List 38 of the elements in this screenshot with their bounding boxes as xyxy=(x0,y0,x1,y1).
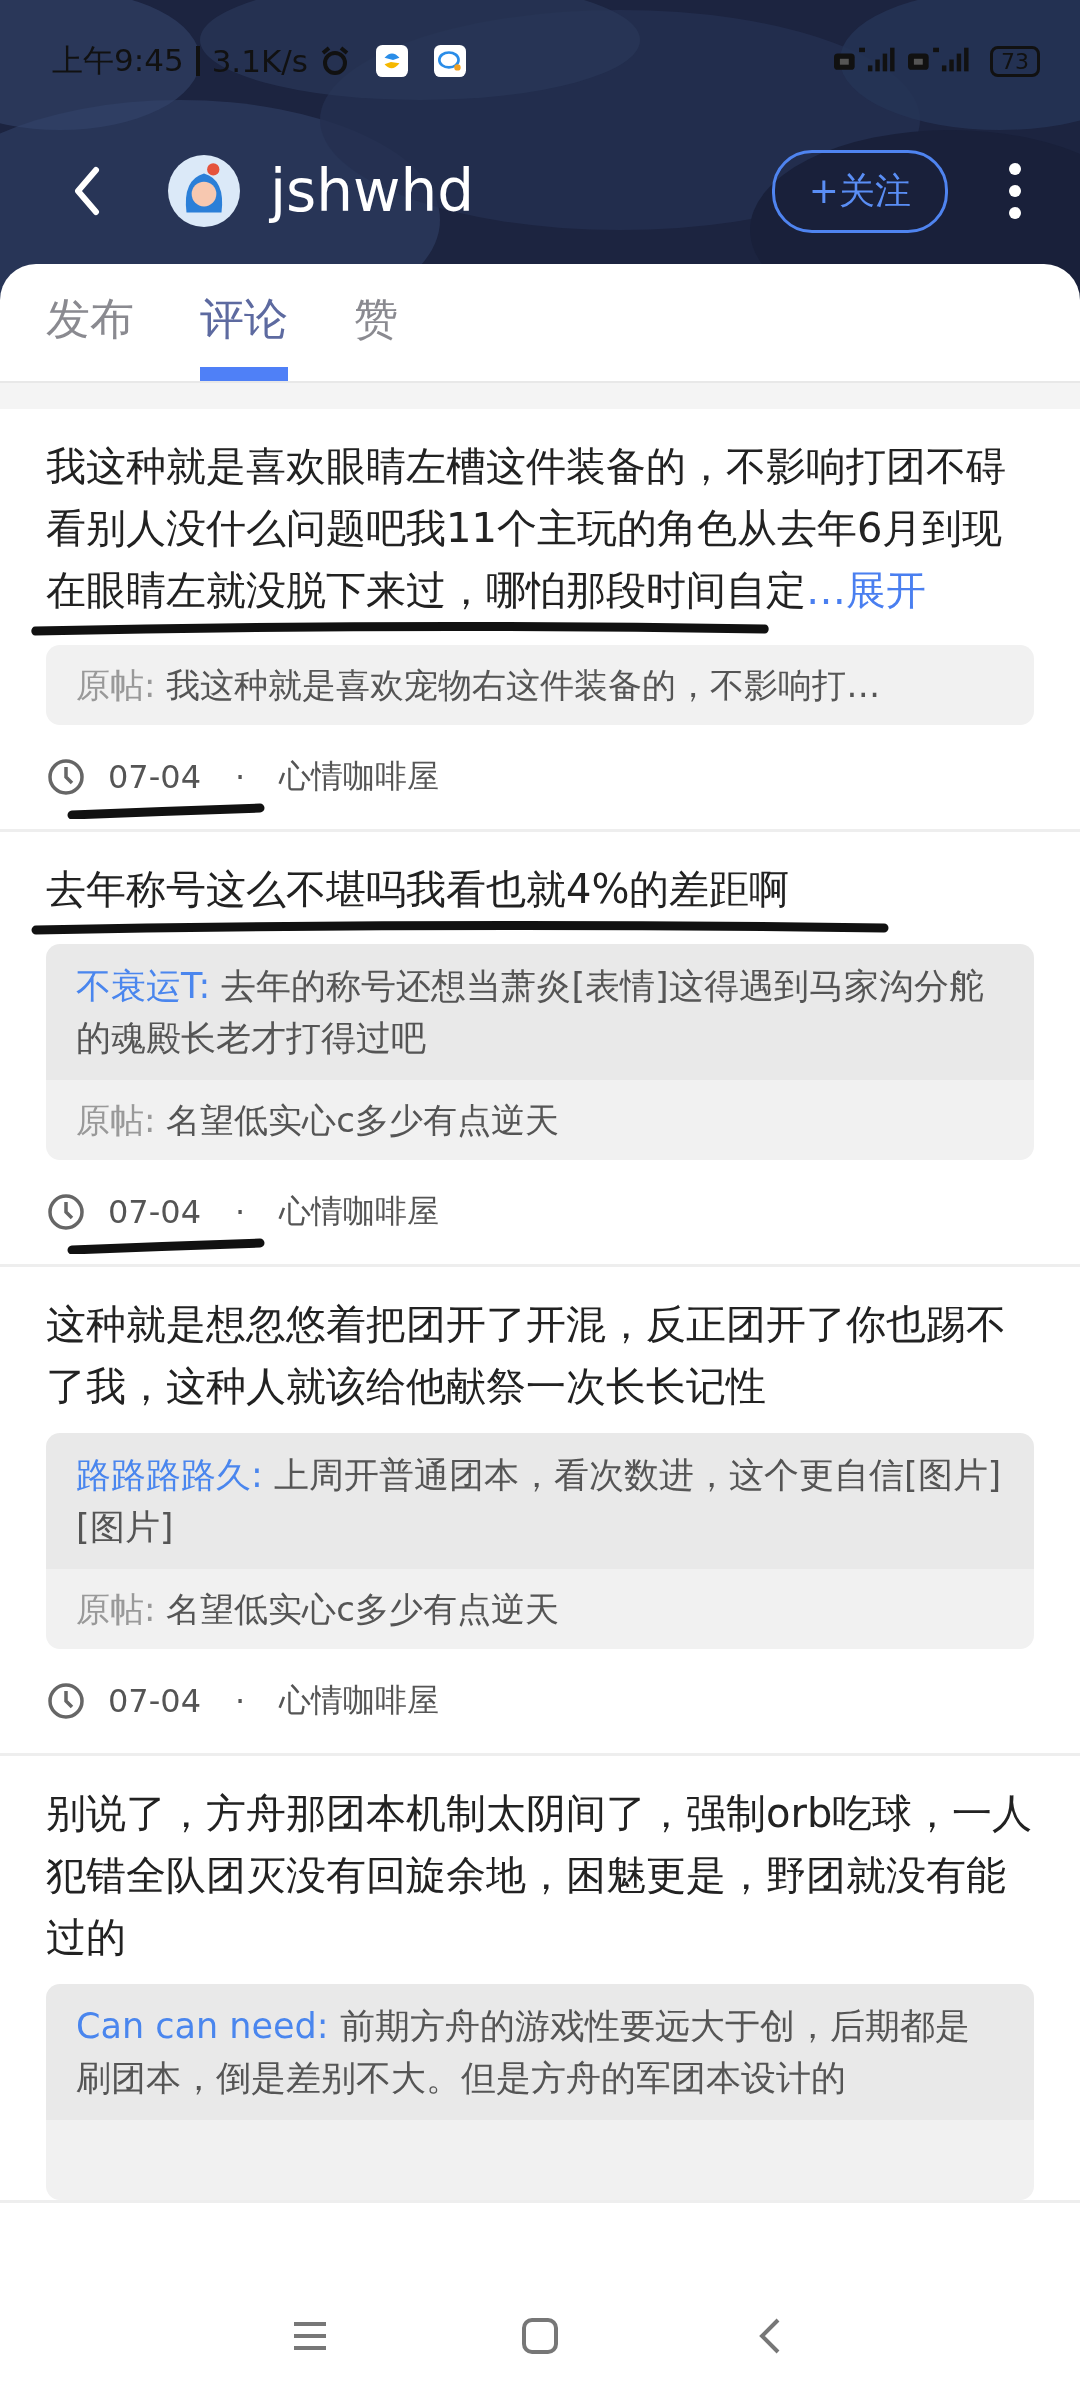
forum-name[interactable]: 心情咖啡屋 xyxy=(279,1190,440,1234)
forum-name[interactable]: 心情咖啡屋 xyxy=(279,755,440,799)
back-icon[interactable] xyxy=(72,166,102,216)
network-speed: 3.1K/s xyxy=(211,43,308,79)
tab[interactable]: 赞 xyxy=(354,290,398,381)
quoted-reply: Can can need: 前期方舟的游戏性要远大于创，后期都是刷团本，倒是差别不大。但是方舟的军团本设计的 xyxy=(46,1984,1034,2120)
avatar-icon xyxy=(168,155,240,227)
chat-app-icon xyxy=(433,45,466,77)
comment-text: 别说了，方舟那团本机制太阴间了，强制orb吃球，一人犯错全队团灭没有回旋余地，困魅更是，野团就没有能过的 xyxy=(46,1789,1034,1962)
clock-icon xyxy=(46,1192,86,1232)
tab[interactable]: 发布 xyxy=(46,290,134,381)
comment-text: 这种就是想忽悠着把团开了开混，反正团开了你也踢不了我，这种人就该给他献祭一次长长记性 xyxy=(46,1300,1007,1411)
username: jshwhd xyxy=(270,157,475,225)
forum-name[interactable]: 心情咖啡屋 xyxy=(279,1679,440,1723)
clock-icon xyxy=(46,1681,86,1721)
separator-dot: · xyxy=(235,1193,246,1231)
app-icon xyxy=(375,45,408,77)
home-icon[interactable] xyxy=(520,2316,560,2356)
quoted-reply: 路路路路久: 上周开普通团本，看次数进，这个更自信[图片][图片] xyxy=(46,1433,1034,1569)
comment-text: 去年称号这么不堪吗我看也就4%的差距啊 xyxy=(46,865,791,914)
battery-indicator: 73 xyxy=(990,45,1040,77)
status-time: 上午9:45 xyxy=(52,41,184,80)
separator-dot: · xyxy=(235,758,246,796)
comment-date: 07-04 xyxy=(108,1682,201,1720)
clock-icon xyxy=(46,757,86,797)
comment-date: 07-04 xyxy=(108,758,201,796)
quoted-reply: 不衰运T: 去年的称号还想当萧炎[表情]这得遇到马家沟分舵的魂殿长老才打得过吧 xyxy=(46,944,1034,1080)
comment-date: 07-04 xyxy=(108,1193,201,1231)
tab[interactable]: 评论 xyxy=(200,290,288,381)
original-post: 原帖: 名望低实心c多少有点逆天 xyxy=(76,1589,559,1629)
expand-link[interactable]: …展开 xyxy=(806,567,926,613)
more-icon[interactable] xyxy=(1008,161,1022,221)
separator-dot: · xyxy=(235,1682,246,1720)
comment-text: 我这种就是喜欢眼睛左槽这件装备的，不影响打团不碍看别人没什么问题吧我11个主玩的角色从去年6月到现在眼睛左就没脱下来过，哪怕那段时间自定…展开 xyxy=(46,442,1007,615)
follow-button[interactable]: +关注 xyxy=(771,149,948,233)
original-post: 原帖: 名望低实心c多少有点逆天 xyxy=(76,1100,559,1140)
alarm-icon xyxy=(319,46,350,76)
original-post: 原帖: 我这种就是喜欢宠物右这件装备的，不影响打… xyxy=(76,665,881,705)
